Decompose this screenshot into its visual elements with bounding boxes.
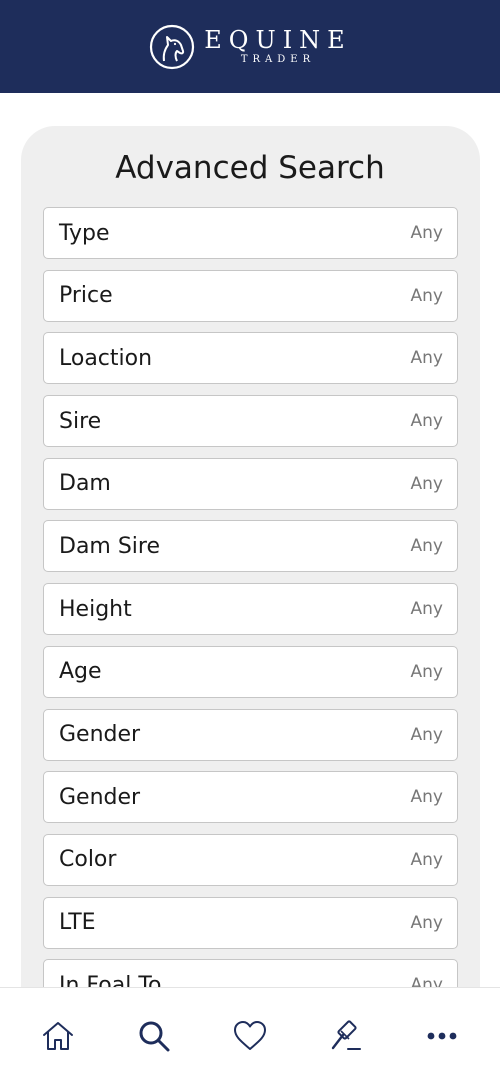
filter-value: Any: [410, 912, 443, 933]
filter-row[interactable]: Loaction Any: [43, 332, 458, 385]
filter-row[interactable]: Dam Sire Any: [43, 520, 458, 573]
gavel-icon: [331, 1019, 361, 1050]
filter-row[interactable]: Price Any: [43, 269, 458, 322]
filter-label: Loaction: [59, 345, 153, 371]
filter-row[interactable]: Age Any: [43, 645, 458, 698]
filter-label: Gender: [59, 722, 141, 747]
filter-value: Any: [410, 724, 443, 745]
nav-more-button[interactable]: [412, 1006, 472, 1066]
app-header: EQUINE TRADER: [0, 0, 500, 93]
horse-head-icon: [150, 24, 195, 69]
brand-sub: TRADER: [240, 54, 316, 65]
filter-value: Any: [410, 787, 443, 808]
filter-label: Height: [59, 596, 132, 622]
heart-icon: [234, 1020, 266, 1050]
filter-label: Age: [59, 659, 102, 685]
filter-row[interactable]: Dam Any: [43, 457, 458, 510]
brand-main: EQUINE: [204, 26, 352, 54]
filter-value: Any: [410, 536, 443, 557]
filter-label: Dam: [59, 471, 111, 497]
filter-row[interactable]: Gender Any: [43, 771, 458, 824]
filter-value: Any: [410, 599, 443, 620]
filter-row[interactable]: Color Any: [43, 833, 458, 886]
filter-label: Type: [59, 220, 110, 246]
filter-label: Price: [59, 283, 113, 309]
filter-list: Type Any Price Any Loaction Any Sire Any Dam Any D…: [43, 207, 458, 1022]
bottom-navigation: [0, 987, 500, 1083]
nav-favorites-button[interactable]: [220, 1006, 280, 1066]
filter-label: Sire: [59, 408, 102, 434]
filter-label: Color: [59, 847, 117, 873]
filter-value: Any: [410, 849, 443, 870]
more-icon: [427, 1032, 457, 1039]
nav-auction-button[interactable]: [316, 1006, 376, 1066]
filter-label: Gender: [59, 784, 141, 810]
page-title: Advanced Search: [115, 150, 385, 186]
search-icon: [139, 1021, 170, 1051]
filter-row[interactable]: LTE Any: [43, 896, 458, 949]
equine-trader-logo[interactable]: EQUINE TRADER: [148, 23, 351, 71]
filter-value: Any: [410, 411, 443, 432]
nav-search-button[interactable]: [124, 1006, 184, 1066]
filter-row[interactable]: Type Any: [43, 207, 458, 259]
filter-row[interactable]: Sire Any: [43, 395, 458, 448]
filter-value: Any: [410, 285, 443, 306]
filter-value: Any: [410, 223, 443, 243]
filter-label: Dam Sire: [59, 533, 161, 559]
filter-value: Any: [410, 348, 443, 369]
filter-label: LTE: [59, 910, 96, 936]
logo-text: EQUINE TRADER: [204, 27, 351, 66]
filter-value: Any: [410, 473, 443, 494]
filter-row[interactable]: Gender Any: [43, 708, 458, 761]
nav-home-button[interactable]: [28, 1006, 88, 1066]
filter-row[interactable]: Height Any: [43, 583, 458, 636]
home-icon: [43, 1021, 73, 1050]
filter-value: Any: [410, 661, 443, 682]
